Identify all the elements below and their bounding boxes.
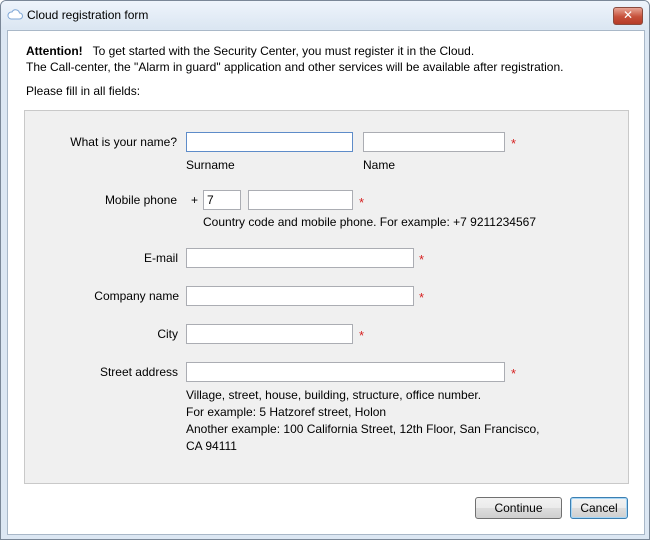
required-mark: * bbox=[419, 252, 425, 267]
required-mark: * bbox=[359, 328, 365, 343]
attention-label: Attention! bbox=[26, 44, 83, 58]
phone-plus-sign: + bbox=[191, 193, 199, 207]
email-label: E-mail bbox=[143, 251, 178, 265]
registration-window: Cloud registration form ✕ Attention! To … bbox=[0, 0, 650, 540]
first-name-input[interactable] bbox=[363, 132, 505, 152]
required-mark: * bbox=[511, 136, 517, 151]
title-bar[interactable]: Cloud registration form ✕ bbox=[1, 1, 649, 29]
address-input[interactable] bbox=[186, 362, 505, 382]
window-title: Cloud registration form bbox=[27, 8, 149, 22]
address-hint: Village, street, house, building, struct… bbox=[186, 387, 540, 455]
company-input[interactable] bbox=[186, 286, 414, 306]
intro-line-2: The Call-center, the "Alarm in guard" ap… bbox=[26, 60, 564, 74]
fill-all-notice: Please fill in all fields: bbox=[26, 84, 141, 98]
name-label: What is your name? bbox=[70, 135, 177, 149]
surname-caption: Surname bbox=[186, 158, 235, 172]
address-label: Street address bbox=[99, 365, 178, 379]
address-hint-line-2: For example: 5 Hatzoref street, Holon bbox=[186, 405, 387, 419]
email-input[interactable] bbox=[186, 248, 414, 268]
surname-input[interactable] bbox=[186, 132, 353, 152]
required-mark: * bbox=[511, 366, 517, 381]
close-icon: ✕ bbox=[622, 8, 634, 22]
address-hint-line-3: Another example: 100 California Street, … bbox=[186, 422, 540, 436]
country-code-input[interactable] bbox=[203, 190, 241, 210]
required-mark: * bbox=[359, 195, 365, 210]
intro-text: Attention! To get started with the Secur… bbox=[26, 43, 563, 75]
first-name-caption: Name bbox=[363, 158, 396, 172]
city-label: City bbox=[157, 327, 178, 341]
intro-line-1: To get started with the Security Center,… bbox=[92, 44, 475, 58]
fields-panel: What is your name? Surname Name * Mobile… bbox=[24, 110, 629, 484]
form-body: Attention! To get started with the Secur… bbox=[7, 30, 645, 535]
phone-hint: Country code and mobile phone. For examp… bbox=[203, 215, 537, 229]
close-button[interactable]: ✕ bbox=[613, 7, 643, 25]
phone-number-input[interactable] bbox=[248, 190, 353, 210]
required-mark: * bbox=[419, 290, 425, 305]
city-input[interactable] bbox=[186, 324, 353, 344]
continue-button[interactable]: Continue bbox=[475, 497, 562, 519]
cloud-icon bbox=[7, 8, 23, 20]
phone-label: Mobile phone bbox=[104, 193, 177, 207]
company-label: Company name bbox=[94, 289, 179, 303]
cancel-button[interactable]: Cancel bbox=[570, 497, 628, 519]
address-hint-line-1: Village, street, house, building, struct… bbox=[186, 388, 482, 402]
address-hint-line-4: CA 94111 bbox=[186, 439, 237, 453]
